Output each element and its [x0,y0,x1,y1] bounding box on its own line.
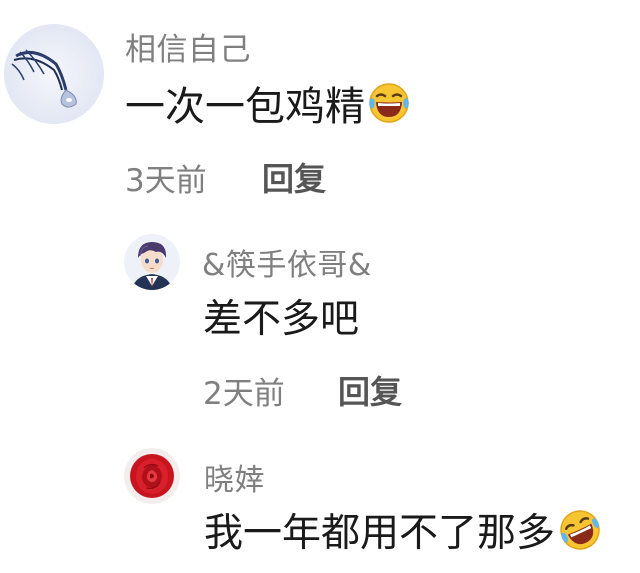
comment-time: 3天前 [125,163,207,199]
anime-boy-icon [124,234,180,290]
comment-text-body: 差不多吧 [203,297,360,342]
comment-text-body: 我一年都用不了那多 [204,511,556,556]
username[interactable]: &筷手依哥& [202,240,372,284]
comment-time: 2天前 [203,376,285,412]
avatar[interactable] [124,234,180,290]
rolling-laughing-emoji-icon [557,507,603,553]
comment-text: 我一年都用不了那多 [204,502,603,558]
laughing-tears-emoji-icon [367,81,411,125]
username[interactable]: 晓婞 [204,455,265,499]
comment-text: 差不多吧 [203,288,359,344]
reply-button[interactable]: 回复 [262,154,326,200]
comment-text-body: 一次一包鸡精 [125,84,365,130]
reply-button[interactable]: 回复 [338,367,402,413]
avatar[interactable] [4,24,104,124]
avatar[interactable] [124,448,180,504]
username[interactable]: 相信自己 [125,24,251,69]
teardrop-eye-icon [4,24,104,124]
comment-text: 一次一包鸡精 [125,74,411,132]
red-rose-icon [124,448,180,504]
